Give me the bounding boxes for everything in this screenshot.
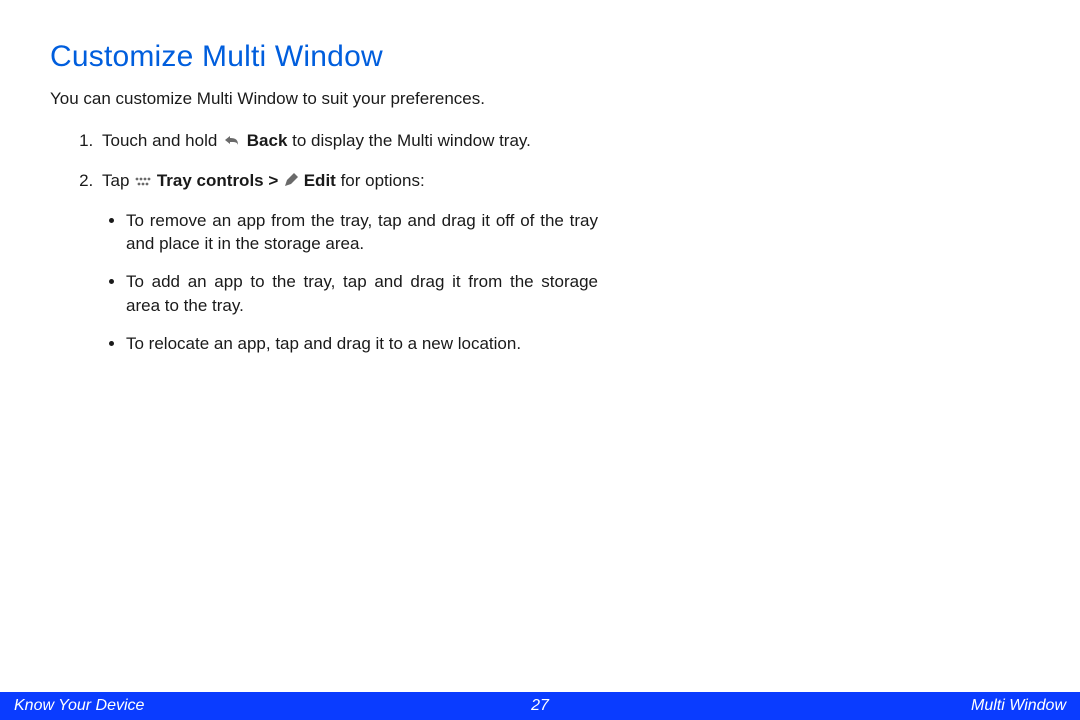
- option-add: To add an app to the tray, tap and drag …: [126, 270, 598, 318]
- step-2: Tap Tray controls > Edit for options: To…: [98, 169, 598, 356]
- footer-page-number: 27: [531, 697, 549, 715]
- intro-paragraph: You can customize Multi Window to suit y…: [50, 88, 510, 111]
- edit-icon: [283, 171, 299, 195]
- options-list: To remove an app from the tray, tap and …: [102, 209, 598, 356]
- step2-post: for options:: [336, 171, 425, 190]
- step2-bold2: Edit: [299, 171, 336, 190]
- page-footer: Know Your Device 27 Multi Window: [0, 692, 1080, 720]
- step1-bold: Back: [242, 131, 287, 150]
- footer-right: Multi Window: [971, 697, 1066, 715]
- footer-left: Know Your Device: [14, 697, 144, 715]
- option-remove: To remove an app from the tray, tap and …: [126, 209, 598, 257]
- step2-pre: Tap: [102, 171, 134, 190]
- step1-pre: Touch and hold: [102, 131, 222, 150]
- step2-bold1: Tray controls >: [152, 171, 283, 190]
- back-icon: [222, 131, 242, 155]
- step1-post: to display the Multi window tray.: [287, 131, 530, 150]
- step-1: Touch and hold Back to display the Multi…: [98, 129, 598, 155]
- steps-list: Touch and hold Back to display the Multi…: [50, 129, 598, 356]
- option-relocate: To relocate an app, tap and drag it to a…: [126, 332, 598, 356]
- tray-controls-icon: [134, 171, 152, 195]
- section-heading: Customize Multi Window: [50, 40, 1030, 74]
